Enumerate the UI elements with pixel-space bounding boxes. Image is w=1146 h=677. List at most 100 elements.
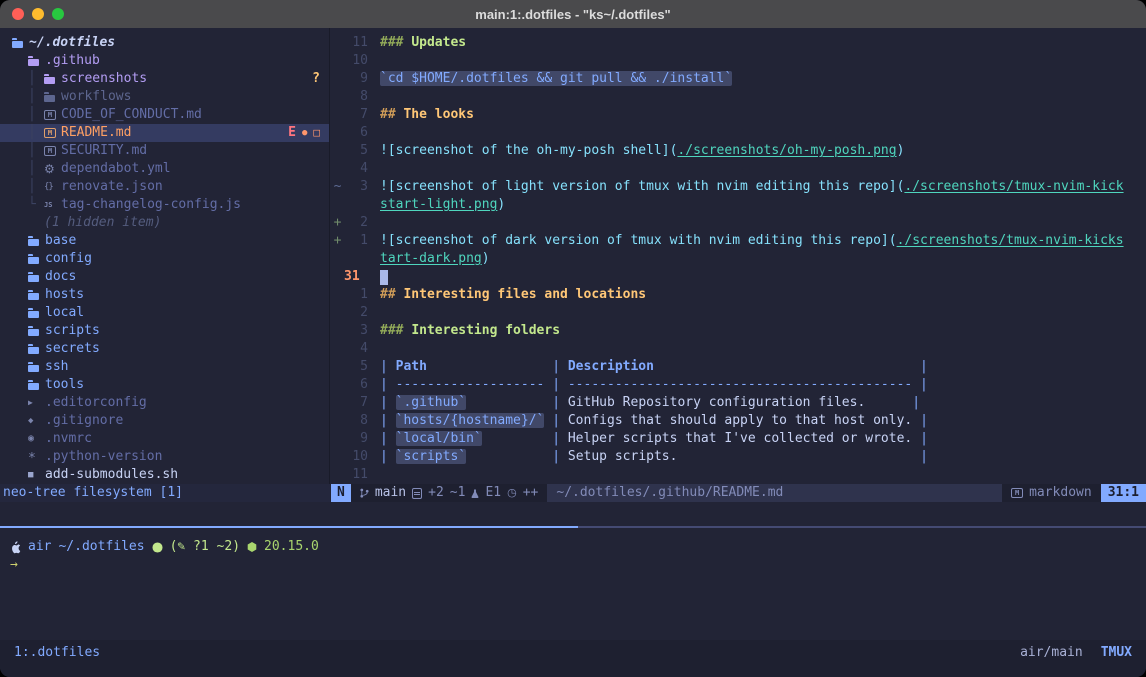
neo-tree-panel[interactable]: ~/.dotfiles.github│screenshots?│workflow… — [0, 28, 330, 484]
neotree-statusline: neo-tree filesystem [1] — [0, 484, 330, 502]
line-number: 31 — [344, 268, 368, 286]
tree-item-code_of_conduct.md[interactable]: │CODE_OF_CONDUCT.md — [0, 106, 329, 124]
tree-item-security.md[interactable]: │SECURITY.md — [0, 142, 329, 160]
tree-item-.gitignore[interactable]: .gitignore — [0, 412, 329, 430]
tmux-status-bar: 1:.dotfiles air/main TMUX — [0, 640, 1146, 677]
editor-text — [654, 359, 912, 374]
editor-line[interactable]: 1## Interesting files and locations — [331, 286, 1146, 304]
tree-item-.editorconfig[interactable]: .editorconfig — [0, 394, 329, 412]
editor-line[interactable]: 4 — [331, 340, 1146, 358]
folder-icon — [28, 376, 45, 394]
tree-item-screenshots[interactable]: │screenshots? — [0, 70, 329, 88]
editor-line[interactable]: 11 — [331, 466, 1146, 484]
prompt-path: ~/.dotfiles — [58, 538, 144, 556]
tree-item-.github[interactable]: .github — [0, 52, 329, 70]
editor-line[interactable]: 10| `scripts` | Setup scripts. | — [331, 448, 1146, 466]
tree-item-hosts[interactable]: hosts — [0, 286, 329, 304]
badge-dot: ● — [302, 124, 307, 142]
editor-line[interactable]: 8| `hosts/{hostname}/` | Configs that sh… — [331, 412, 1146, 430]
editor-text: `scripts` — [396, 449, 466, 464]
editor-line[interactable]: 6 — [331, 124, 1146, 142]
editor-line[interactable]: 7## The looks — [331, 106, 1146, 124]
shell-prompt: air ~/.dotfiles (✎ ?1 ~2) 20.15.0 — [10, 538, 1146, 556]
tmux-session[interactable]: 1:.dotfiles — [14, 644, 100, 662]
editor-text: | — [544, 413, 567, 428]
tree-item-1hiddenitem[interactable]: (1 hidden item) — [0, 214, 329, 232]
editor-line[interactable]: 2 — [331, 304, 1146, 322]
line-number: 6 — [344, 124, 368, 142]
zoom-button[interactable] — [52, 8, 64, 20]
editor-line[interactable]: tart-dark.png) — [331, 250, 1146, 268]
gitsign-column — [331, 304, 344, 322]
minimize-button[interactable] — [32, 8, 44, 20]
editor-line[interactable]: 8 — [331, 88, 1146, 106]
editor-line[interactable]: 10 — [331, 52, 1146, 70]
tree-item-base[interactable]: base — [0, 232, 329, 250]
editor-text: Helper scripts that I've collected or wr… — [568, 431, 920, 446]
gitsign-column — [331, 106, 344, 124]
gitignore-icon — [28, 412, 45, 430]
tree-item-.nvmrc[interactable]: .nvmrc — [0, 430, 329, 448]
markdown-file-icon — [44, 106, 61, 124]
editor-line[interactable]: 6| ------------------- | ---------------… — [331, 376, 1146, 394]
editor-line[interactable]: start-light.png) — [331, 196, 1146, 214]
git-status-badges: E●□ — [288, 124, 329, 142]
tree-item-secrets[interactable]: secrets — [0, 340, 329, 358]
editor-text: | — [380, 377, 396, 392]
editor-pane[interactable]: 11### Updates 10 9`cd $HOME/.dotfiles &&… — [331, 28, 1146, 484]
tree-item-add-submodules.sh[interactable]: add-submodules.sh — [0, 466, 329, 484]
gitsign-column — [331, 322, 344, 340]
tree-item-local[interactable]: local — [0, 304, 329, 322]
badge-sq: □ — [313, 124, 320, 142]
node-icon — [247, 542, 257, 553]
tree-item-config[interactable]: config — [0, 250, 329, 268]
tree-item-ssh[interactable]: ssh — [0, 358, 329, 376]
git-status-badges: ? — [312, 70, 329, 88]
tree-item-tag-changelog-config.js[interactable]: └tag-changelog-config.js — [0, 196, 329, 214]
editor-line[interactable]: 5| Path | Description | — [331, 358, 1146, 376]
editor-text: Updates — [411, 35, 466, 50]
editor-line[interactable]: ~3![screenshot of light version of tmux … — [331, 178, 1146, 196]
line-number: 7 — [344, 106, 368, 124]
editor-line[interactable]: 5![screenshot of the oh-my-posh shell](.… — [331, 142, 1146, 160]
gitsign-column — [331, 466, 344, 484]
editor-line[interactable]: 4 — [331, 160, 1146, 178]
pane-divider-inactive[interactable] — [578, 526, 1146, 528]
tree-item-renovate.json[interactable]: │ renovate.json — [0, 178, 329, 196]
editor-text: `cd $HOME/.dotfiles && git pull && ./ins… — [380, 71, 732, 86]
line-number: 4 — [344, 340, 368, 358]
tree-item-.python-version[interactable]: .python-version — [0, 448, 329, 466]
tree-item-tools[interactable]: tools — [0, 376, 329, 394]
gitsign-column: ~ — [331, 178, 344, 196]
editor-text: Description — [568, 359, 654, 374]
tree-item-workflows[interactable]: │workflows — [0, 88, 329, 106]
indent-guide: │ — [28, 178, 44, 196]
editor-line[interactable]: 11### Updates — [331, 34, 1146, 52]
tree-item-label: renovate.json — [61, 178, 163, 196]
folder-icon — [28, 340, 45, 358]
tree-item-label: hosts — [45, 286, 84, 304]
editor-line[interactable]: +1![screenshot of dark version of tmux w… — [331, 232, 1146, 250]
editor-line[interactable]: 31 — [331, 268, 1146, 286]
tree-item-label: .github — [45, 52, 100, 70]
diff-changed: ~1 — [450, 484, 466, 502]
pane-divider-active[interactable] — [0, 526, 578, 528]
editor-line[interactable]: 3### Interesting folders — [331, 322, 1146, 340]
tree-item-dependabot.yml[interactable]: │dependabot.yml — [0, 160, 329, 178]
editor-line[interactable]: 9`cd $HOME/.dotfiles && git pull && ./in… — [331, 70, 1146, 88]
shell-pane[interactable]: air ~/.dotfiles (✎ ?1 ~2) 20.15.0 → — [0, 538, 1146, 640]
gitsign-column — [331, 34, 344, 52]
editor-text — [427, 359, 544, 374]
tree-item-.dotfiles[interactable]: ~/.dotfiles — [0, 34, 329, 52]
editor-line[interactable]: 9| `local/bin` | Helper scripts that I'v… — [331, 430, 1146, 448]
tree-item-scripts[interactable]: scripts — [0, 322, 329, 340]
editor-line[interactable]: +2 — [331, 214, 1146, 232]
tree-item-docs[interactable]: docs — [0, 268, 329, 286]
tree-item-readme.md[interactable]: │README.mdE●□ — [0, 124, 329, 142]
gitsign-column — [331, 70, 344, 88]
close-button[interactable] — [12, 8, 24, 20]
editor-text: | — [544, 395, 567, 410]
tree-item-label: README.md — [61, 124, 131, 142]
line-number: 7 — [344, 394, 368, 412]
editor-line[interactable]: 7| `.github` | GitHub Repository configu… — [331, 394, 1146, 412]
